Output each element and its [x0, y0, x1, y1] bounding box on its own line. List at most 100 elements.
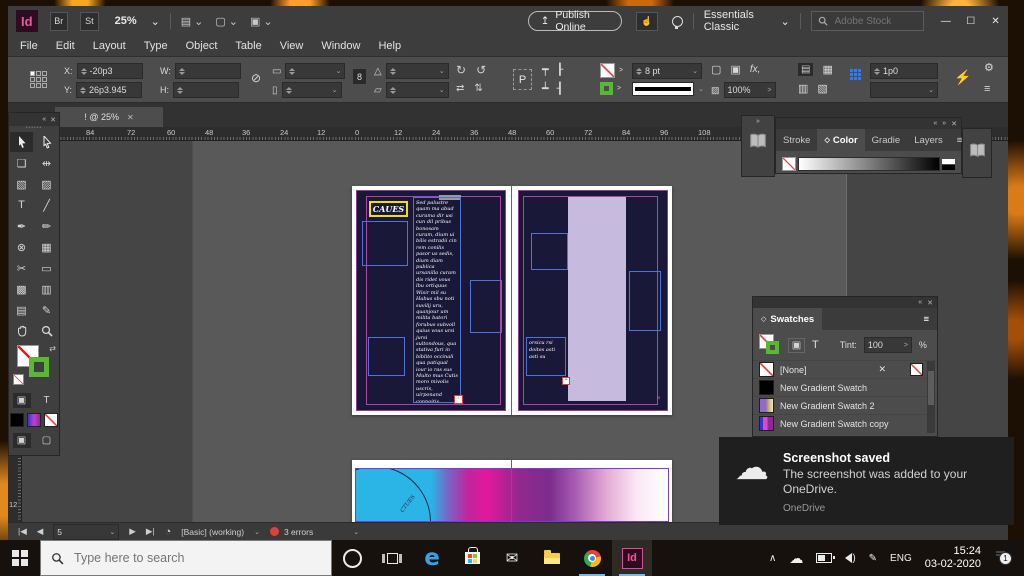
- spread-1[interactable]: CAUES Sed palustre quam ma abud curama d…: [352, 186, 672, 415]
- pen-tray-icon[interactable]: ✎: [869, 553, 877, 564]
- publish-online-button[interactable]: ↥ Publish Online: [528, 11, 622, 31]
- bridge-button[interactable]: Br: [50, 12, 69, 31]
- opacity-field[interactable]: 100%>: [724, 82, 776, 98]
- onedrive-notification[interactable]: ☁ Screenshot saved The screenshot was ad…: [719, 437, 1014, 525]
- eyedropper-tool[interactable]: ✎: [35, 300, 58, 320]
- menu-view[interactable]: View: [280, 40, 304, 52]
- reference-point-grid[interactable]: [30, 71, 47, 88]
- selection-tool[interactable]: [10, 132, 33, 152]
- chrome-button[interactable]: [572, 540, 612, 576]
- body-text-frame[interactable]: Sed palustre quam ma abud curama dir usi…: [413, 197, 461, 403]
- close-icon[interactable]: ✕: [927, 299, 933, 307]
- start-button[interactable]: [0, 540, 40, 576]
- lightbulb-icon[interactable]: [672, 16, 683, 27]
- distribute-icon-2[interactable]: ┠: [557, 63, 564, 76]
- content-collector-tool[interactable]: ▧: [10, 174, 33, 194]
- document-tab[interactable]: ! @ 25% ✕: [55, 107, 163, 127]
- onedrive-tray-icon[interactable]: ☁: [789, 550, 803, 567]
- formatting-affects-text-button[interactable]: T: [38, 393, 56, 408]
- expand-icon[interactable]: »: [942, 120, 946, 127]
- menu-table[interactable]: Table: [235, 40, 261, 52]
- tab-swatches[interactable]: ◇Swatches: [753, 308, 822, 330]
- menu-help[interactable]: Help: [378, 40, 401, 52]
- height-field[interactable]: [173, 82, 239, 98]
- lightning-icon[interactable]: ⚡: [954, 69, 971, 86]
- menu-file[interactable]: File: [20, 40, 38, 52]
- y-position-field[interactable]: 26p3.945: [76, 82, 142, 98]
- gear-icon[interactable]: ⚙: [984, 61, 994, 74]
- stroke-color-swatch[interactable]: [29, 357, 49, 377]
- menu-object[interactable]: Object: [186, 40, 218, 52]
- previous-page-button[interactable]: ◀: [37, 526, 44, 537]
- width-field[interactable]: [175, 63, 241, 79]
- wrap-object-icon[interactable]: ▥: [798, 82, 808, 95]
- constrain-dimensions-icon[interactable]: ⊘: [251, 71, 261, 85]
- swap-fill-stroke-icon[interactable]: ⇄: [49, 344, 56, 353]
- fill-stroke-proxy[interactable]: [759, 334, 781, 356]
- adobe-stock-search[interactable]: [811, 11, 924, 31]
- menu-edit[interactable]: Edit: [56, 40, 75, 52]
- collapse-icon[interactable]: «: [933, 120, 937, 127]
- content-placer-tool[interactable]: ▨: [35, 174, 58, 194]
- note-tool[interactable]: ▤: [10, 300, 33, 320]
- stroke-swatch[interactable]: [600, 82, 613, 95]
- apply-color-button[interactable]: [10, 413, 24, 427]
- color-ramp[interactable]: [782, 157, 955, 171]
- pen-tool[interactable]: ✒: [10, 216, 33, 236]
- wrap-none-icon[interactable]: ▤: [798, 63, 813, 76]
- fill-swatch[interactable]: [600, 63, 615, 78]
- store-button[interactable]: [452, 540, 492, 576]
- battery-icon[interactable]: [816, 553, 832, 563]
- gap-field[interactable]: 1p0: [870, 63, 938, 79]
- cortana-button[interactable]: [332, 540, 372, 576]
- apply-gradient-button[interactable]: [27, 413, 41, 427]
- edge-button[interactable]: e: [412, 540, 452, 576]
- workspace-switcher[interactable]: Essentials Classic ⌄: [704, 9, 790, 33]
- first-page-button[interactable]: |◀: [18, 526, 27, 537]
- flip-vertical-icon[interactable]: ⇅: [474, 83, 482, 94]
- gradient-artwork-frame[interactable]: CTUES: [355, 468, 669, 522]
- chevron-down-icon[interactable]: ⌄: [353, 528, 359, 536]
- empty-frame-3[interactable]: [470, 280, 502, 333]
- task-view-button[interactable]: [372, 540, 412, 576]
- overset-indicator[interactable]: ↓: [454, 395, 463, 404]
- action-center-button[interactable]: 1: [994, 548, 1014, 568]
- pages-panel-icon[interactable]: [749, 133, 767, 149]
- taskbar-search[interactable]: [40, 540, 332, 576]
- ramp-end-swatches[interactable]: [942, 159, 955, 170]
- empty-frame-5[interactable]: [629, 271, 661, 331]
- stock-button[interactable]: St: [80, 12, 99, 31]
- pencil-tool[interactable]: ✏: [35, 216, 58, 236]
- panel-menu-icon[interactable]: ≡: [950, 129, 970, 151]
- text-format-button[interactable]: T: [812, 339, 819, 351]
- close-icon[interactable]: ✕: [50, 116, 56, 124]
- touch-workspace-button[interactable]: ☝: [636, 12, 658, 31]
- normal-view-mode-button[interactable]: ▣: [13, 433, 31, 448]
- maximize-button[interactable]: ☐: [958, 10, 983, 32]
- swatch-row-gradient-copy[interactable]: New Gradient Swatch copy: [753, 414, 937, 432]
- stroke-style-select[interactable]: ⌄: [632, 82, 704, 96]
- stock-search-input[interactable]: [833, 15, 917, 28]
- page-tool[interactable]: ❏: [10, 153, 33, 173]
- color-panel-header[interactable]: « » ✕: [776, 118, 961, 129]
- x-position-field[interactable]: -20p3: [77, 63, 143, 79]
- wrap-bounding-icon[interactable]: ▦: [822, 63, 832, 76]
- select-container-icon[interactable]: P: [513, 69, 532, 90]
- zoom-tool[interactable]: [35, 321, 58, 341]
- wrap-jump-icon[interactable]: ▧: [817, 82, 827, 95]
- rotate-ccw-icon[interactable]: ↺: [476, 63, 486, 77]
- chevron-down-icon[interactable]: ⌄: [254, 528, 260, 536]
- effects-button[interactable]: fx,: [750, 64, 761, 75]
- swatch-row-gradient-2[interactable]: New Gradient Swatch 2: [753, 396, 937, 414]
- corner-radius-icon[interactable]: ▣: [730, 63, 740, 76]
- book-panel-icon[interactable]: [969, 143, 986, 158]
- taskbar-clock[interactable]: 15:24 03-02-2020: [925, 545, 981, 571]
- tab-gradient[interactable]: Gradie: [865, 129, 908, 151]
- free-transform-tool[interactable]: ▭: [35, 258, 58, 278]
- zoom-level-select[interactable]: 25% ⌄: [115, 15, 160, 28]
- last-page-button[interactable]: ▶|: [146, 526, 155, 537]
- tint-field[interactable]: 100>: [864, 337, 912, 353]
- expand-icon[interactable]: »: [742, 116, 774, 125]
- file-explorer-button[interactable]: [532, 540, 572, 576]
- menu-type[interactable]: Type: [144, 40, 168, 52]
